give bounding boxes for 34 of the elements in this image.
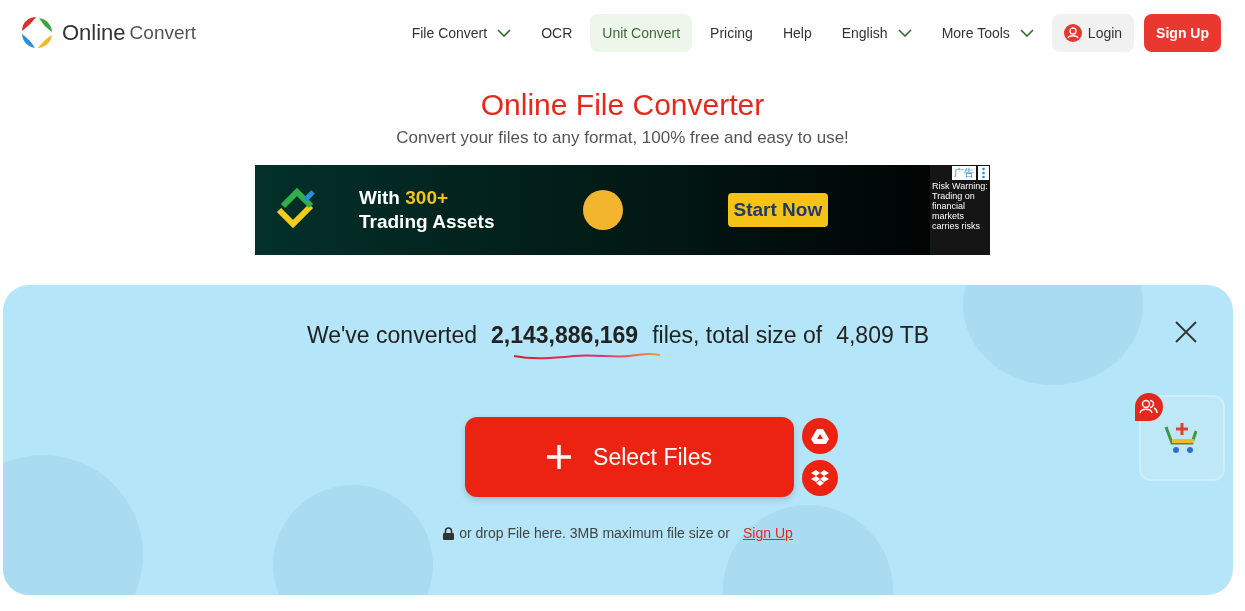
start-now-button[interactable]: Start Now	[727, 193, 829, 227]
signup-button[interactable]: Sign Up	[1144, 14, 1221, 52]
logo-text[interactable]: Online	[62, 20, 126, 46]
more-options-icon[interactable]	[978, 166, 989, 180]
nav-link[interactable]: Help	[770, 14, 824, 52]
nav-link[interactable]: Pricing	[698, 14, 765, 52]
ad-headline: Trading Assets	[359, 210, 495, 234]
total-size: 4,809 TB	[836, 322, 930, 349]
plus-icon	[547, 445, 572, 469]
login-button[interactable]: Login	[1051, 14, 1135, 52]
ad-label[interactable]: 广告	[952, 166, 976, 180]
dropbox-button[interactable]	[802, 460, 838, 496]
stats-text: We've converted	[306, 322, 478, 349]
people-icon[interactable]	[1135, 393, 1163, 421]
page-subtitle: Convert your files to any format, 100% free and easy to use!	[395, 128, 850, 148]
logo-text[interactable]: Convert	[129, 22, 197, 44]
select-files-button[interactable]: Select Files	[465, 417, 794, 497]
converted-count: 2,143,886,169	[491, 322, 639, 349]
nav-link[interactable]: OCR	[529, 14, 585, 52]
ad-headline: With 300+	[359, 186, 450, 210]
nav-link[interactable]: More Tools	[929, 14, 1046, 52]
page-title: Online File Converter	[479, 88, 766, 122]
drop-hint: or drop File here. 3MB maximum file size or	[459, 525, 730, 541]
ad-banner[interactable]: With 300+ Trading Assets Start Now 广告 Risk Warning: Trading on financial markets carries risks	[255, 165, 990, 255]
stats-text: files, total size of	[652, 322, 823, 349]
nav-link[interactable]: English	[829, 14, 924, 52]
coin-icon	[582, 190, 623, 230]
box-icon	[811, 470, 829, 486]
triangle-icon	[811, 428, 829, 444]
lock-icon	[443, 526, 455, 540]
drive-button[interactable]	[802, 418, 838, 454]
nav-link[interactable]: Unit Convert	[590, 14, 693, 52]
nav-link[interactable]: File Convert	[399, 14, 524, 52]
user-icon	[1063, 24, 1082, 42]
